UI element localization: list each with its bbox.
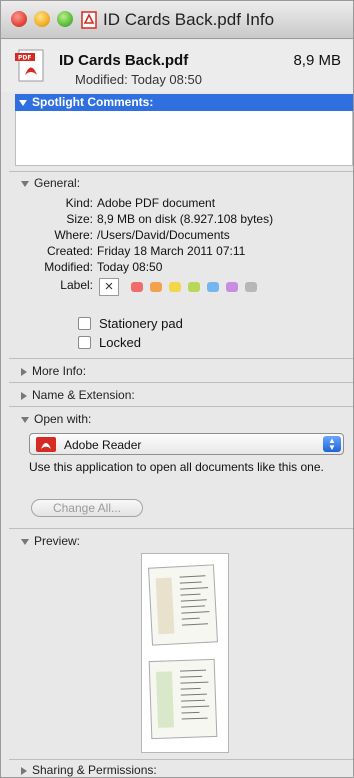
divider — [9, 171, 353, 172]
section-preview[interactable]: Preview: — [21, 534, 80, 548]
disclosure-triangle-icon[interactable] — [19, 99, 27, 106]
label-color-swatch[interactable] — [150, 282, 162, 292]
spotlight-comments-field[interactable] — [15, 111, 353, 166]
size-key: Size: — [66, 212, 93, 226]
pdf-file-icon: PDF — [15, 49, 47, 86]
divider — [9, 406, 353, 407]
adobe-reader-icon — [36, 437, 56, 455]
section-name-extension[interactable]: Name & Extension: — [21, 388, 135, 402]
title-bar[interactable]: ID Cards Back.pdf Info — [1, 1, 353, 39]
preview-label: Preview: — [34, 534, 81, 548]
change-all-button[interactable]: Change All... — [31, 499, 143, 517]
size-value: 8,9 MB on disk (8.927.108 bytes) — [97, 212, 274, 226]
stationery-pad-label: Stationery pad — [99, 316, 183, 331]
section-sharing-permissions[interactable]: Sharing & Permissions: — [21, 763, 157, 777]
file-modified: Modified: Today 08:50 — [75, 72, 202, 87]
disclosure-triangle-icon[interactable] — [21, 766, 27, 775]
zoom-button[interactable] — [57, 11, 73, 27]
preview-card-bottom — [148, 658, 218, 740]
preview-card-top — [148, 564, 218, 646]
label-color-swatch[interactable] — [169, 282, 181, 292]
locked-label: Locked — [99, 335, 141, 350]
label-color-swatch[interactable] — [207, 282, 219, 292]
where-key: Where: — [54, 228, 93, 242]
divider — [9, 358, 353, 359]
divider — [9, 382, 353, 383]
info-window: ID Cards Back.pdf Info PDF ID Cards Back… — [0, 0, 354, 778]
created-key: Created: — [46, 244, 93, 258]
where-value: /Users/David/Documents — [97, 228, 230, 242]
pdf-title-icon — [81, 11, 97, 32]
general-header-label: General: — [34, 176, 81, 190]
window-title: ID Cards Back.pdf Info — [103, 10, 275, 29]
preview-thumbnail — [141, 553, 229, 753]
spotlight-comments-header[interactable]: Spotlight Comments: — [15, 94, 353, 111]
disclosure-triangle-icon[interactable] — [21, 538, 29, 545]
label-color-swatch[interactable] — [226, 282, 238, 292]
disclosure-triangle-icon[interactable] — [21, 367, 27, 376]
open-with-description: Use this application to open all documen… — [29, 460, 324, 474]
disclosure-triangle-icon[interactable] — [21, 180, 29, 187]
label-color-swatch[interactable] — [245, 282, 257, 292]
kind-value: Adobe PDF document — [97, 196, 216, 210]
kind-key: Kind: — [65, 196, 93, 210]
divider — [9, 759, 353, 760]
divider — [9, 528, 353, 529]
disclosure-triangle-icon[interactable] — [21, 391, 27, 400]
modified-value: Today 08:50 — [97, 260, 163, 274]
created-value: Friday 18 March 2011 07:11 — [97, 244, 246, 258]
stationery-pad-checkbox[interactable] — [78, 317, 91, 330]
svg-text:PDF: PDF — [18, 55, 31, 62]
popup-arrows-icon: ▲ ▼ — [323, 436, 341, 452]
label-none-button[interactable]: × — [99, 278, 119, 296]
minimize-button[interactable] — [34, 11, 50, 27]
section-open-with[interactable]: Open with: — [21, 412, 91, 426]
section-more-info[interactable]: More Info: — [21, 364, 86, 378]
section-general[interactable]: General: — [21, 176, 80, 190]
label-key: Label: — [60, 278, 93, 292]
open-with-popup[interactable]: Adobe Reader ▲ ▼ — [29, 433, 344, 455]
file-name: ID Cards Back.pdf — [59, 52, 189, 69]
close-button[interactable] — [11, 11, 27, 27]
label-color-swatch[interactable] — [188, 282, 200, 292]
modified-key: Modified: — [44, 260, 93, 274]
label-color-swatch[interactable] — [131, 282, 143, 292]
open-with-app: Adobe Reader — [64, 438, 142, 452]
spotlight-header-label: Spotlight Comments: — [32, 95, 154, 109]
open-with-label: Open with: — [34, 412, 92, 426]
sharing-permissions-label: Sharing & Permissions: — [32, 763, 157, 777]
name-extension-label: Name & Extension: — [32, 388, 135, 402]
file-size: 8,9 MB — [293, 52, 341, 69]
file-header: PDF ID Cards Back.pdf 8,9 MB Modified: T… — [1, 40, 353, 92]
disclosure-triangle-icon[interactable] — [21, 416, 29, 423]
locked-checkbox[interactable] — [78, 336, 91, 349]
more-info-label: More Info: — [32, 364, 87, 378]
